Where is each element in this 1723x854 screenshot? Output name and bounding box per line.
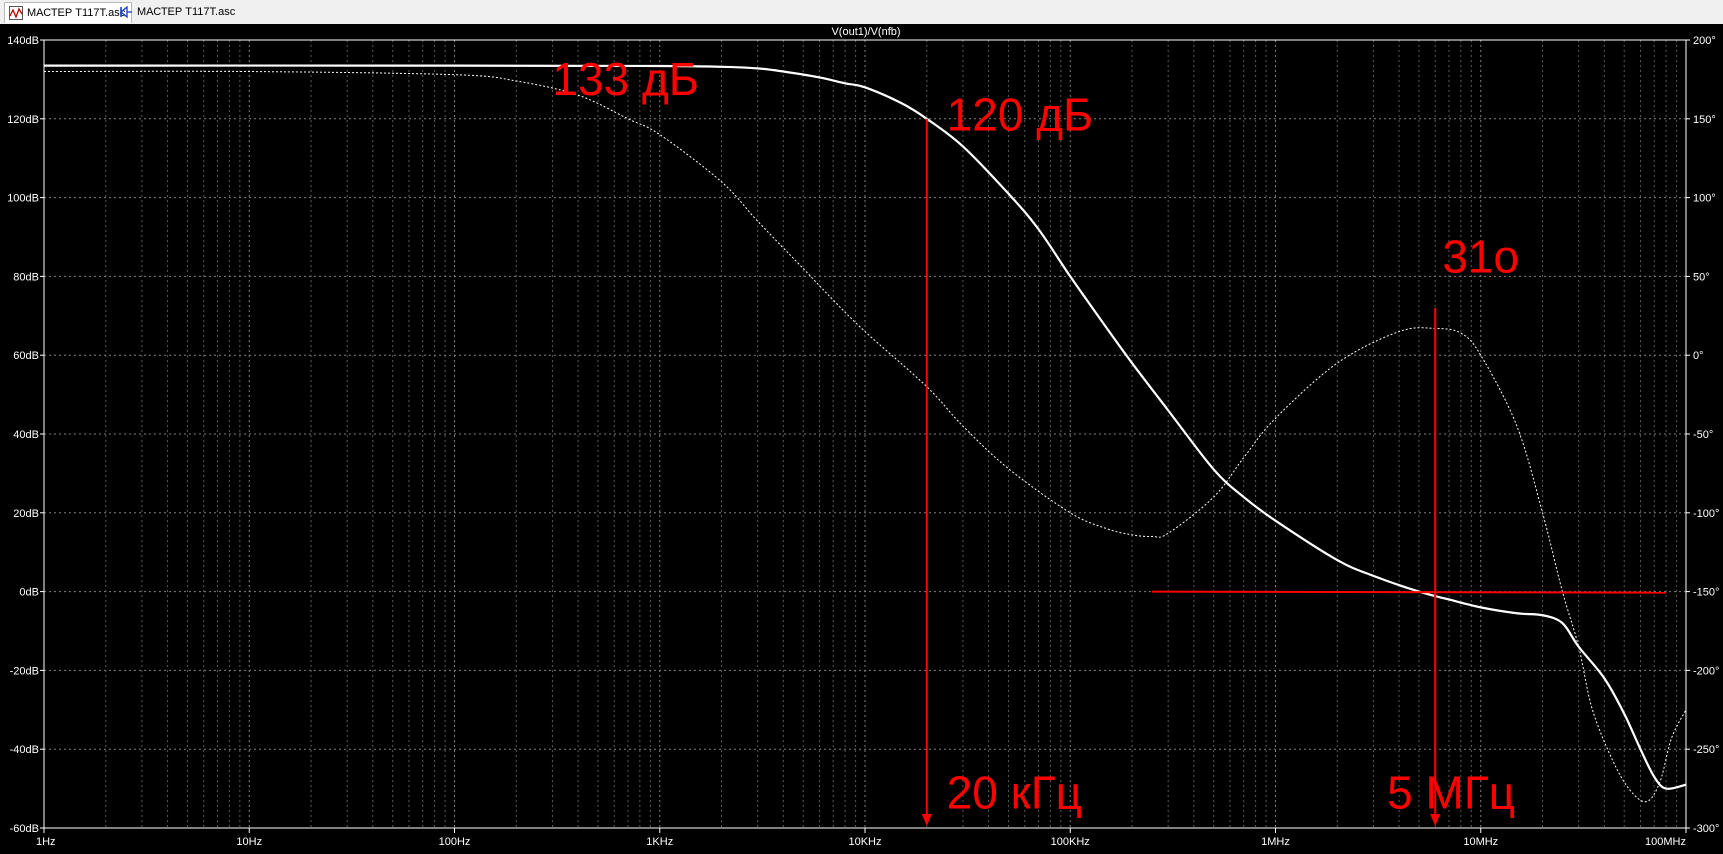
y-left-tick-label: 0dB [19, 587, 39, 599]
y-right-tick-label: 50° [1693, 271, 1710, 283]
annotation-markers [921, 118, 1667, 826]
y-left-tick-label: 40dB [13, 429, 39, 441]
schematic-icon [119, 5, 133, 19]
annotation-label: 133 дБ [552, 53, 699, 105]
annotations: 133 дБ 120 дБ 31о 20 кГц 5 МГц [552, 53, 1519, 818]
y-left-tick-label: 80dB [13, 271, 39, 283]
axis-ticks: 1Hz 10Hz 100Hz 1KHz 10KHz 100KHz 1MHz 10MHz 100M… [7, 35, 1719, 848]
tab-schematic[interactable]: МАСТЕР Т117Т.asc [115, 2, 241, 22]
y-left-tick-label: -20dB [10, 665, 39, 677]
y-right-tick-label: 0° [1693, 350, 1704, 362]
x-tick-label: 1KHz [646, 836, 673, 848]
annotation-label: 31о [1442, 230, 1519, 282]
tab-schematic-label: МАСТЕР Т117Т.asc [137, 6, 236, 18]
bode-plot[interactable]: V(out1)/V(nfb) 1Hz 10Hz 100Hz 1KHz 10KHz 100K… [0, 24, 1723, 854]
document-tab-bar: МАСТЕР Т117Т.asc МАСТЕР Т117Т.asc [0, 0, 1723, 25]
tab-plot-label: МАСТЕР Т117Т.asc [27, 7, 126, 19]
annotation-label: 20 кГц [947, 766, 1082, 818]
y-left-tick-label: 100dB [7, 193, 39, 205]
y-right-tick-label: -50° [1693, 429, 1713, 441]
x-tick-label: 100Hz [439, 836, 471, 848]
y-left-tick-label: 120dB [7, 114, 39, 126]
x-tick-label: 10MHz [1463, 836, 1498, 848]
y-right-tick-label: -150° [1693, 587, 1719, 599]
tab-plot[interactable]: МАСТЕР Т117Т.asc [4, 2, 133, 23]
waveform-plot-icon [9, 6, 23, 20]
y-left-tick-label: 60dB [13, 350, 39, 362]
arrow-head-icon [921, 814, 932, 826]
plot-grid [43, 39, 1686, 829]
x-tick-label: 1MHz [1261, 836, 1290, 848]
x-tick-label: 1Hz [36, 836, 56, 848]
x-tick-label: 10Hz [236, 836, 262, 848]
y-right-tick-label: -300° [1693, 823, 1719, 835]
annotation-label: 5 МГц [1387, 766, 1515, 818]
y-left-tick-label: 20dB [13, 508, 39, 520]
x-tick-label: 100MHz [1645, 836, 1686, 848]
x-tick-label: 100KHz [1051, 836, 1090, 848]
x-tick-label: 10KHz [848, 836, 881, 848]
y-right-tick-label: -250° [1693, 744, 1719, 756]
trace-title[interactable]: V(out1)/V(nfb) [831, 26, 900, 38]
y-right-tick-label: 150° [1693, 114, 1716, 126]
y-right-tick-label: -200° [1693, 665, 1719, 677]
y-right-tick-label: 100° [1693, 193, 1716, 205]
y-left-tick-label: -40dB [10, 744, 39, 756]
y-right-tick-label: -100° [1693, 508, 1719, 520]
zero-db-marker-line [1151, 590, 1667, 594]
y-right-tick-label: 200° [1693, 35, 1716, 47]
y-left-tick-label: 140dB [7, 35, 39, 47]
annotation-label: 120 дБ [947, 89, 1094, 141]
y-left-tick-label: -60dB [10, 823, 39, 835]
